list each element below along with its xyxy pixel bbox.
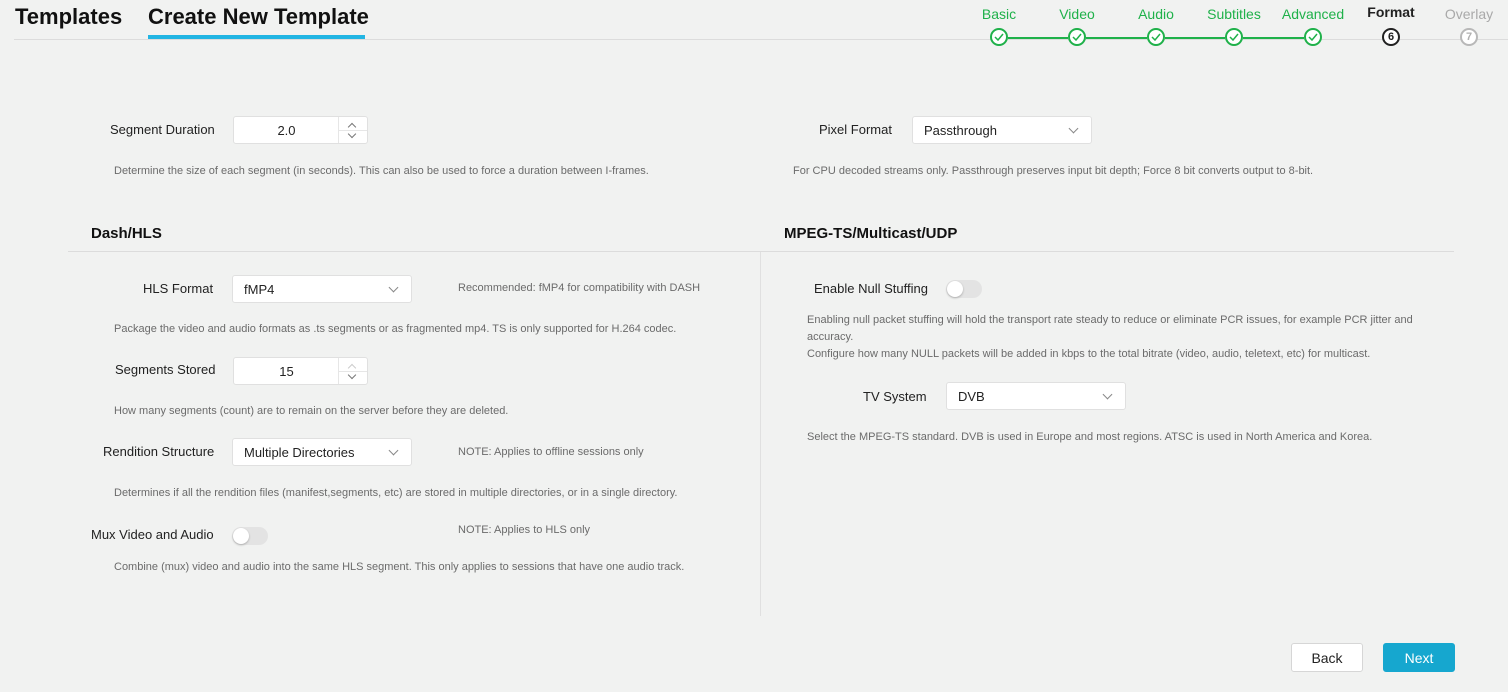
mpegts-section-title: MPEG-TS/Multicast/UDP [784, 225, 958, 242]
toggle-knob [233, 528, 249, 544]
step-advanced-check-icon[interactable] [1304, 28, 1322, 46]
step-connector [1165, 37, 1225, 39]
null-stuffing-label: Enable Null Stuffing [814, 281, 928, 296]
mux-video-audio-toggle[interactable] [232, 527, 268, 545]
segments-stored-help: How many segments (count) are to remain … [114, 405, 509, 417]
segment-duration-help: Determine the size of each segment (in s… [114, 165, 649, 177]
segments-stored-stepper[interactable] [338, 358, 367, 384]
null-stuffing-help-2: Configure how many NULL packets will be … [807, 348, 1371, 360]
segment-duration-label: Segment Duration [110, 122, 215, 137]
step-video-check-icon[interactable] [1068, 28, 1086, 46]
section-divider [68, 251, 1454, 252]
null-stuffing-help: Enabling null packet stuffing will hold … [807, 314, 1413, 343]
header-divider [14, 39, 1508, 40]
step-format-number[interactable]: 6 [1382, 28, 1400, 46]
hls-format-select[interactable]: fMP4 [232, 275, 412, 303]
hls-format-note: Recommended: fMP4 for compatibility with… [458, 282, 701, 294]
pixel-format-label: Pixel Format [819, 122, 892, 137]
step-subtitles-check-icon[interactable] [1225, 28, 1243, 46]
chevron-down-icon[interactable] [347, 129, 357, 139]
null-stuffing-toggle[interactable] [946, 280, 982, 298]
step-label-video[interactable]: Video [1059, 6, 1095, 22]
mux-video-audio-help: Combine (mux) video and audio into the s… [114, 561, 685, 573]
pixel-format-select[interactable]: Passthrough [912, 116, 1092, 144]
pixel-format-value: Passthrough [924, 123, 997, 138]
dash-hls-section-title: Dash/HLS [91, 225, 162, 242]
tab-templates[interactable]: Templates [15, 4, 122, 30]
step-connector [1243, 37, 1304, 39]
step-label-advanced[interactable]: Advanced [1282, 6, 1344, 22]
step-label-overlay[interactable]: Overlay [1445, 6, 1493, 22]
segments-stored-value: 15 [279, 364, 294, 379]
column-divider [760, 252, 761, 616]
rendition-structure-note: NOTE: Applies to offline sessions only [458, 446, 644, 458]
chevron-down-icon [1102, 389, 1113, 400]
rendition-structure-select[interactable]: Multiple Directories [232, 438, 412, 466]
next-button[interactable]: Next [1383, 643, 1455, 672]
chevron-down-icon [388, 282, 399, 293]
step-connector [1086, 37, 1147, 39]
chevron-down-icon [1068, 123, 1079, 134]
step-connector [1008, 37, 1068, 39]
mux-video-audio-label: Mux Video and Audio [91, 527, 214, 542]
pixel-format-help: For CPU decoded streams only. Passthroug… [793, 165, 1314, 177]
hls-format-label: HLS Format [143, 281, 214, 296]
step-label-format[interactable]: Format [1367, 4, 1414, 20]
tv-system-select[interactable]: DVB [946, 382, 1126, 410]
mux-video-audio-note: NOTE: Applies to HLS only [458, 524, 591, 536]
back-button[interactable]: Back [1291, 643, 1363, 672]
rendition-structure-label: Rendition Structure [103, 444, 215, 459]
rendition-structure-help: Determines if all the rendition files (m… [114, 487, 678, 499]
hls-format-value: fMP4 [244, 282, 275, 297]
step-basic-check-icon[interactable] [990, 28, 1008, 46]
segments-stored-label: Segments Stored [115, 362, 216, 377]
tv-system-value: DVB [958, 389, 985, 404]
step-audio-check-icon[interactable] [1147, 28, 1165, 46]
rendition-structure-value: Multiple Directories [244, 445, 355, 460]
chevron-down-icon [388, 445, 399, 456]
step-label-audio[interactable]: Audio [1138, 6, 1174, 22]
toggle-knob [947, 281, 963, 297]
hls-format-help: Package the video and audio formats as .… [114, 323, 677, 335]
step-overlay-number[interactable]: 7 [1460, 28, 1478, 46]
segment-duration-value: 2.0 [277, 123, 296, 138]
chevron-down-icon[interactable] [347, 370, 357, 380]
tv-system-help: Select the MPEG-TS standard. DVB is used… [807, 431, 1373, 443]
tab-create-new-template[interactable]: Create New Template [148, 4, 369, 30]
step-label-subtitles[interactable]: Subtitles [1207, 6, 1261, 22]
segment-duration-input[interactable]: 2.0 [233, 116, 368, 144]
segment-duration-stepper[interactable] [338, 117, 367, 143]
tv-system-label: TV System [863, 389, 927, 404]
segments-stored-input[interactable]: 15 [233, 357, 368, 385]
step-label-basic[interactable]: Basic [982, 6, 1016, 22]
